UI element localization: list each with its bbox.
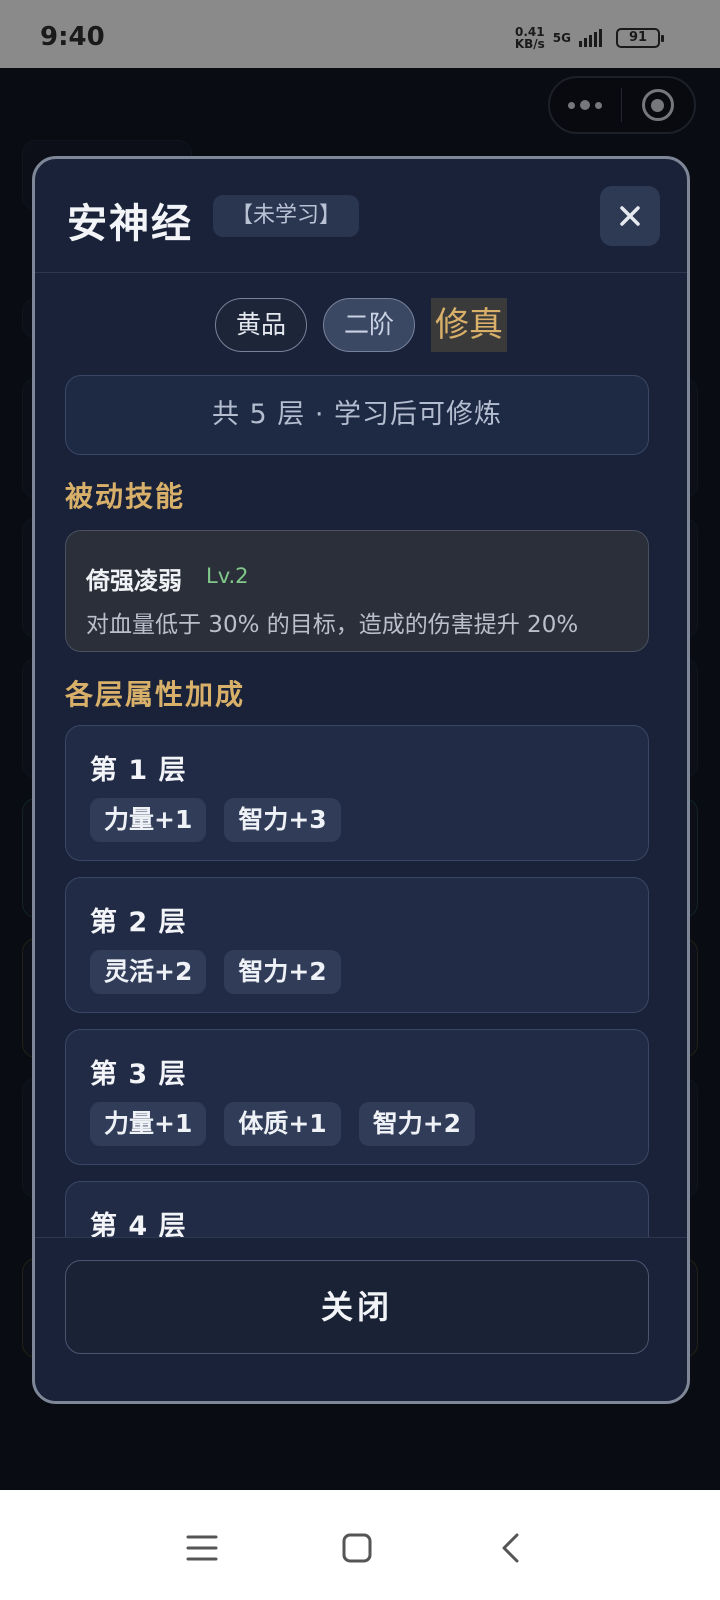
attribute-chip: 智力+2 [224,950,341,994]
network-speed-unit: KB/s [514,37,545,51]
layer-card-3: 第 3 层 力量+1 体质+1 智力+2 [65,1029,649,1165]
skill-level: Lv.2 [206,564,249,588]
close-modal-button[interactable]: 关闭 [65,1260,649,1354]
network-speed: 0.41 KB/s [515,26,545,50]
battery-icon: 91 [616,28,664,48]
skill-name: 倚强凌弱 [86,567,182,595]
layer-name: 第 2 层 [90,907,187,938]
menu-icon[interactable] [172,1518,232,1578]
skill-description: 对血量低于 30% 的目标，造成的伤害提升 20% [86,612,579,638]
attribute-row: 灵活+2 智力+2 [90,950,341,994]
modal-header: 安神经 【未学习】 [35,159,687,273]
status-time: 9:40 [40,22,105,52]
passive-skill-card: 倚强凌弱 Lv.2 对血量低于 30% 的目标，造成的伤害提升 20% [65,530,649,652]
passive-section-title: 被动技能 [65,480,186,513]
navigation-bar [0,1490,720,1600]
attribute-chip: 智力+2 [358,1102,476,1146]
layers-summary: 共 5 层 · 学习后可修炼 [65,375,649,455]
realm-label: 修真 [431,298,508,352]
attribute-chip: 力量+1 [90,798,207,842]
layers-section-title: 各层属性加成 [65,678,246,711]
status-bar: 9:40 0.41 KB/s 5G 91 [0,0,720,68]
close-button[interactable] [600,186,660,246]
layer-name: 第 1 层 [90,755,187,786]
attribute-chip: 灵活+2 [90,950,207,994]
layer-name: 第 3 层 [90,1059,187,1090]
modal-footer: 关闭 [35,1237,687,1401]
layer-name: 第 4 层 [90,1211,187,1237]
home-square-icon[interactable] [327,1518,387,1578]
tag-row: 黄品 二阶 修真 [35,298,687,352]
battery-level: 91 [628,30,648,45]
attribute-chip: 智力+3 [224,798,341,842]
learn-status-badge: 【未学习】 [213,195,360,237]
layer-card-2: 第 2 层 灵活+2 智力+2 [65,877,649,1013]
layer-card-4: 第 4 层 [65,1181,649,1237]
layer-card-1: 第 1 层 力量+1 智力+3 [65,725,649,861]
status-icons: 0.41 KB/s 5G 91 [515,26,664,50]
back-chevron-icon[interactable] [480,1518,540,1578]
grade-tag: 黄品 [214,298,307,352]
skill-detail-modal: 安神经 【未学习】 黄品 二阶 修真 共 5 层 · 学习后可修炼 被动技能 倚… [32,156,690,1404]
modal-title: 安神经 [67,201,193,247]
attribute-row: 力量+1 智力+3 [90,798,341,842]
layers-scroll-area[interactable]: 第 1 层 力量+1 智力+3 第 2 层 灵活+2 智力+2 第 3 层 力量… [35,725,687,1237]
attribute-row: 力量+1 体质+1 智力+2 [90,1102,476,1146]
signal-icon [579,29,602,47]
attribute-chip: 体质+1 [224,1102,341,1146]
tier-tag: 二阶 [323,298,416,352]
attribute-chip: 力量+1 [90,1102,207,1146]
network-type: 5G [552,31,571,45]
close-icon [620,206,640,226]
